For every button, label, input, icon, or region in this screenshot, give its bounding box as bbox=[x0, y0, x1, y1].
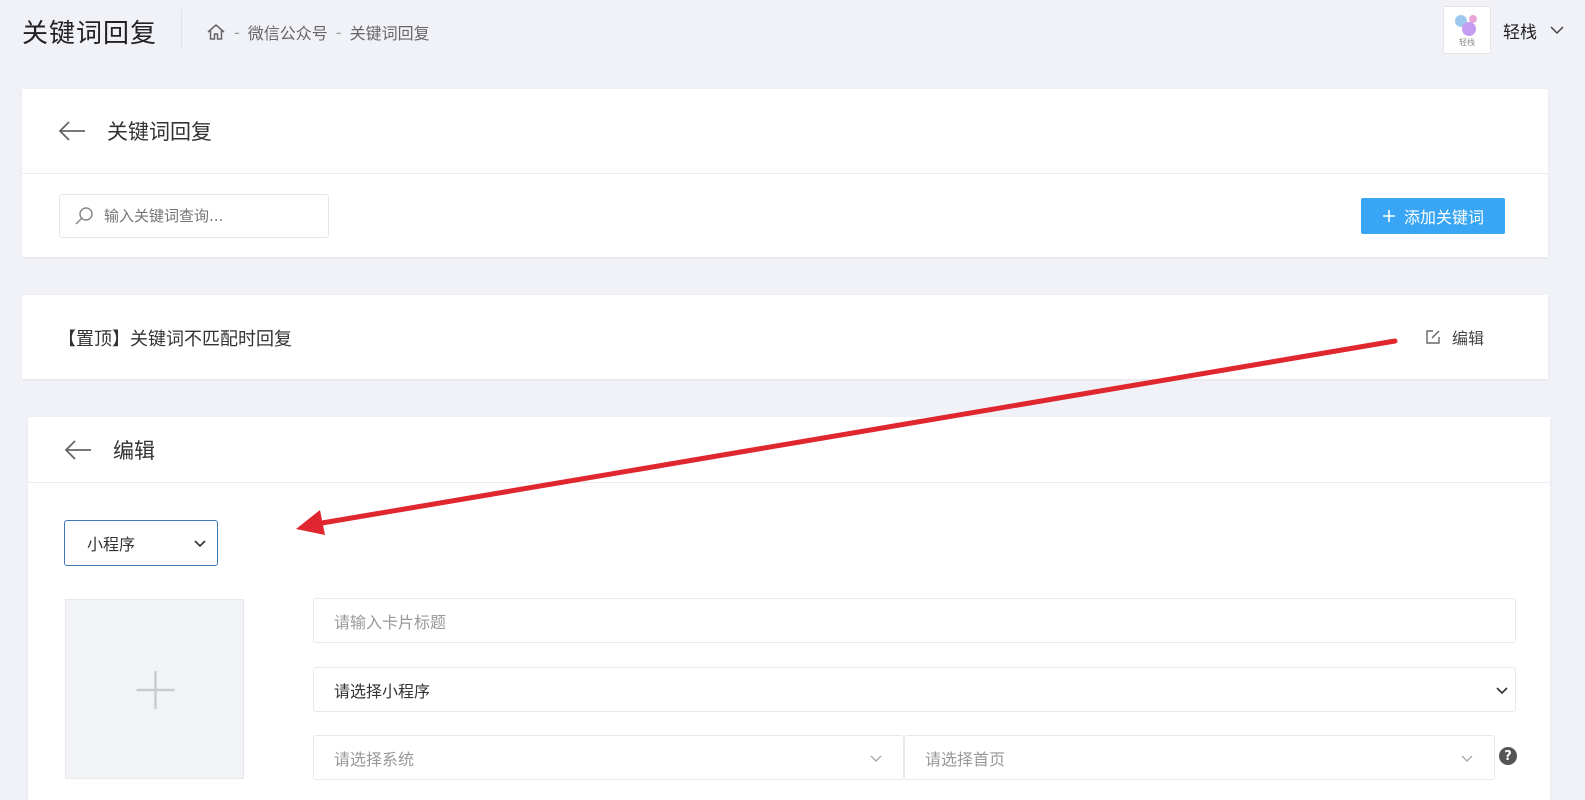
user-menu[interactable]: 轻栈 轻栈 bbox=[1443, 6, 1565, 54]
add-keyword-button[interactable]: 添加关键词 bbox=[1361, 198, 1505, 234]
keyword-list-card: 关键词回复 添加关键词 bbox=[22, 89, 1548, 257]
reply-type-select[interactable]: 小程序 bbox=[64, 520, 218, 566]
miniprogram-select[interactable]: 请选择小程序 bbox=[313, 667, 1516, 712]
search-field[interactable] bbox=[59, 194, 329, 238]
pinned-reply-label: 【置顶】关键词不匹配时回复 bbox=[58, 329, 292, 350]
reply-type-value: 小程序 bbox=[87, 535, 136, 554]
homepage-select-placeholder: 请选择首页 bbox=[925, 749, 1006, 769]
card-title: 关键词回复 bbox=[107, 120, 212, 144]
add-keyword-label: 添加关键词 bbox=[1403, 210, 1484, 227]
header-divider bbox=[181, 10, 182, 50]
search-input[interactable] bbox=[104, 207, 304, 225]
breadcrumb-separator: - bbox=[234, 22, 240, 42]
edit-card-header: 编辑 bbox=[28, 417, 1550, 483]
edit-card: 编辑 小程序 请输入卡片标题 请选择小程序 请选择系统 请选择首页 ? bbox=[28, 417, 1550, 800]
plus-icon bbox=[1382, 210, 1395, 222]
card-header: 关键词回复 bbox=[22, 89, 1548, 174]
pinned-reply-card: 【置顶】关键词不匹配时回复 编辑 bbox=[22, 295, 1548, 379]
card-title-placeholder: 请输入卡片标题 bbox=[334, 612, 447, 632]
system-select[interactable]: 请选择系统 bbox=[313, 735, 904, 780]
breadcrumb-separator: - bbox=[335, 22, 342, 42]
miniprogram-select-value: 请选择小程序 bbox=[334, 681, 431, 701]
home-icon[interactable] bbox=[206, 22, 226, 42]
logo-icon: 轻栈 bbox=[1455, 15, 1477, 47]
svg-text:轻栈: 轻栈 bbox=[1459, 37, 1475, 47]
chevron-down-icon bbox=[194, 540, 206, 548]
system-select-placeholder: 请选择系统 bbox=[334, 749, 415, 769]
homepage-select[interactable]: 请选择首页 bbox=[904, 735, 1495, 780]
breadcrumb-item-keyword-reply: 关键词回复 bbox=[349, 24, 430, 43]
chevron-down-icon bbox=[870, 755, 882, 762]
question-icon[interactable]: ? bbox=[1499, 747, 1517, 765]
page-title: 关键词回复 bbox=[22, 19, 158, 49]
avatar[interactable]: 轻栈 bbox=[1443, 6, 1491, 54]
chevron-down-icon bbox=[1461, 755, 1473, 762]
search-icon bbox=[75, 207, 93, 225]
top-bar: 关键词回复 - 微信公众号 - 关键词回复 轻栈 轻栈 bbox=[0, 0, 1585, 60]
chevron-down-icon bbox=[1496, 686, 1508, 694]
back-arrow-icon[interactable] bbox=[63, 438, 93, 462]
breadcrumb-item-wechat[interactable]: 微信公众号 bbox=[248, 20, 328, 44]
chevron-down-icon[interactable] bbox=[1549, 22, 1565, 38]
edit-card-title: 编辑 bbox=[113, 438, 155, 463]
edit-label: 编辑 bbox=[1451, 329, 1484, 348]
breadcrumb: - 微信公众号 - 关键词回复 bbox=[206, 20, 430, 44]
edit-button[interactable]: 编辑 bbox=[1424, 325, 1484, 349]
card-title-input[interactable]: 请输入卡片标题 bbox=[313, 598, 1516, 643]
edit-icon bbox=[1426, 330, 1440, 344]
plus-icon bbox=[136, 671, 175, 709]
username[interactable]: 轻栈 bbox=[1503, 18, 1537, 43]
image-upload-box[interactable] bbox=[65, 599, 244, 779]
back-arrow-icon[interactable] bbox=[57, 119, 87, 143]
